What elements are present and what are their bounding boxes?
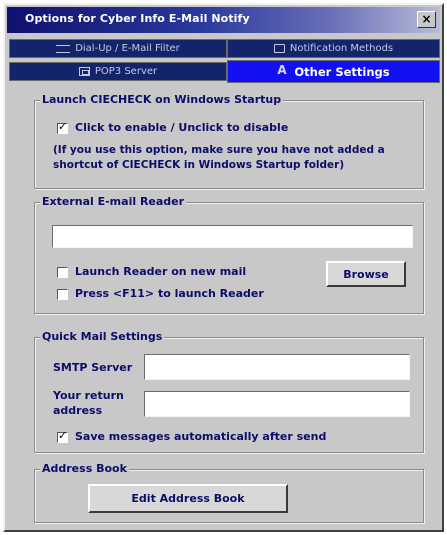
smtp-server-input[interactable] [144,354,410,380]
tab-notification-methods[interactable]: Notification Methods [227,39,440,58]
launch-startup-label: Click to enable / Unclick to disable [75,121,289,134]
tab-other-settings[interactable]: Other Settings [227,60,440,83]
launch-startup-checkbox[interactable]: ✓ [57,120,68,134]
group-title: Quick Mail Settings [40,330,165,343]
network-icon [56,44,71,53]
tab-dialup-email-filter[interactable]: Dial-Up / E-Mail Filter [9,39,227,58]
group-title: External E-mail Reader [40,195,187,208]
reader-path-input[interactable] [52,225,413,248]
f11-launch-label: Press <F11> to launch Reader [75,287,264,300]
startup-note-line2: shortcut of CIECHECK in Windows Startup … [53,159,345,171]
tab-label: Notification Methods [289,43,394,54]
save-messages-label: Save messages automatically after send [75,430,327,443]
f11-launch-checkbox[interactable] [57,289,68,300]
tab-label: Other Settings [294,64,390,79]
edit-address-book-button[interactable]: Edit Address Book [88,484,288,513]
browse-button[interactable]: Browse [326,261,406,287]
startup-note-line1: (If you use this option, make sure you h… [53,144,385,156]
return-address-label-line2: address [53,404,103,417]
title-bar[interactable]: Options for Cyber Info E-Mail Notify × [7,7,440,33]
tab-label: Dial-Up / E-Mail Filter [75,43,180,54]
return-address-label-line1: Your return [53,389,124,402]
options-dialog: Options for Cyber Info E-Mail Notify × D… [3,3,444,532]
tab-label: POP3 Server [94,66,158,77]
alert-icon [277,63,289,78]
server-icon [78,67,90,76]
save-messages-checkbox[interactable]: ✓ [57,429,68,443]
window-title: Options for Cyber Info E-Mail Notify [25,12,250,25]
computer-icon [273,44,285,53]
launch-on-new-mail-checkbox[interactable] [57,267,68,278]
group-title: Launch CIECHECK on Windows Startup [40,93,284,106]
close-button[interactable]: × [417,11,436,28]
check-icon: ✓ [58,120,68,133]
check-icon: ✓ [58,429,68,442]
launch-on-new-mail-label: Launch Reader on new mail [75,265,247,278]
group-title: Address Book [40,462,129,475]
return-address-input[interactable] [144,391,410,417]
smtp-server-label: SMTP Server [53,361,133,374]
tab-pop3-server[interactable]: POP3 Server [9,62,227,81]
